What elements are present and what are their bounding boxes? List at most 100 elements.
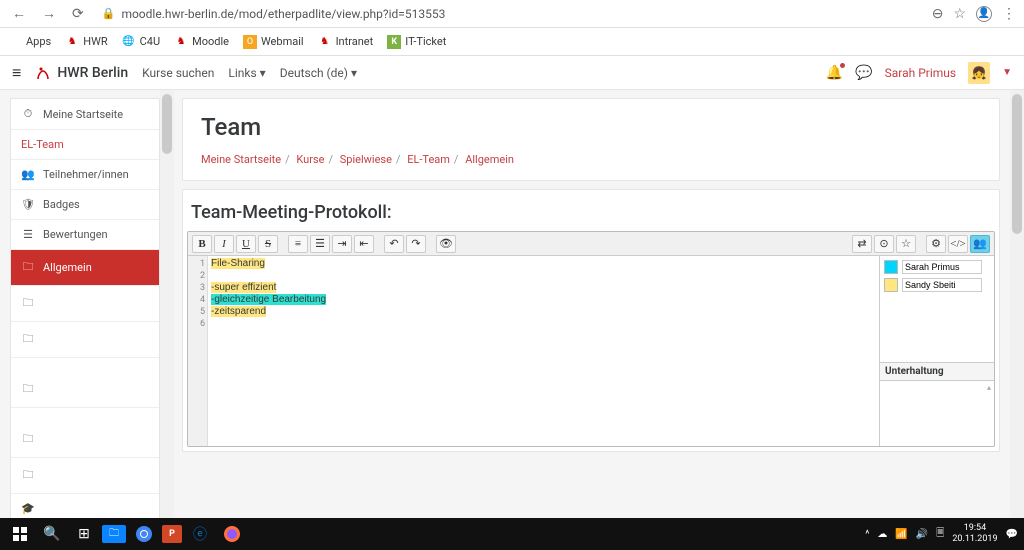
user-name-input[interactable] [902, 260, 982, 274]
volume-icon[interactable]: 🔊 [916, 529, 928, 540]
sidebar-item-course[interactable]: EL-Team [11, 130, 159, 160]
breadcrumb-elteam[interactable]: EL-Team [407, 153, 450, 166]
apps-bookmark[interactable]: Apps [8, 35, 51, 49]
bell-icon[interactable]: 🔔 [826, 65, 843, 81]
page-title: Team [201, 113, 981, 141]
ie-icon[interactable]: ⓔ [186, 520, 214, 548]
user-menu-caret-icon[interactable]: ▼ [1002, 67, 1012, 78]
cloud-icon[interactable]: ☁ [877, 529, 887, 540]
savedrev-button[interactable]: ⊙ [874, 235, 894, 253]
webmail-bookmark[interactable]: O Webmail [243, 35, 304, 49]
account-icon[interactable]: 👤 [976, 6, 992, 22]
apps-label: Apps [26, 35, 51, 48]
pad-line: File-Sharing [211, 258, 265, 269]
users-button[interactable]: 👥 [970, 235, 990, 253]
participants-icon: 👥 [21, 168, 35, 181]
page-scrollbar[interactable] [1010, 90, 1024, 518]
chat-body[interactable] [880, 381, 994, 437]
user-color-swatch[interactable] [884, 260, 898, 274]
folder-icon: 🗀 [21, 294, 35, 313]
language-dropdown[interactable]: Deutsch (de) ▾ [280, 66, 357, 80]
etherpad-editor[interactable]: File-Sharing -super effizient -gleichzei… [208, 256, 879, 446]
sidebar-item-folder[interactable]: 🗀 [11, 458, 159, 494]
menu-dots-icon[interactable]: ⋮ [1002, 6, 1016, 22]
links-dropdown[interactable]: Links ▾ [228, 66, 265, 80]
user-color-swatch[interactable] [884, 278, 898, 292]
reload-icon[interactable]: ⟳ [68, 6, 88, 22]
avatar[interactable]: 👧 [968, 62, 990, 84]
start-button[interactable] [6, 520, 34, 548]
folder-icon: 🗀 [21, 430, 35, 449]
ul-button[interactable]: ☰ [310, 235, 330, 253]
user-row [884, 278, 990, 292]
moodle-bookmark[interactable]: ♞ Moodle [174, 35, 229, 49]
hwr-bookmark[interactable]: ♞ HWR [65, 35, 107, 49]
ol-button[interactable]: ≡ [288, 235, 308, 253]
sidebar-item-general[interactable]: 🗀 Allgemein [11, 250, 159, 286]
zoom-icon[interactable]: ⊖ [932, 6, 944, 22]
underline-button[interactable]: U [236, 235, 256, 253]
undo-button[interactable]: ↶ [384, 235, 404, 253]
line-gutter: 1 2 3 4 5 6 [188, 256, 208, 446]
moodle-topbar: ≡ HWR Berlin Kurse suchen Links ▾ Deutsc… [0, 56, 1024, 90]
timeslider-button[interactable]: ⇄ [852, 235, 872, 253]
sidebar-scrollbar[interactable] [160, 90, 174, 518]
grades-icon: ☰ [21, 228, 35, 241]
search-icon[interactable]: 🔍 [38, 520, 66, 548]
clear-authorship-button[interactable]: 👁 [436, 235, 456, 253]
indent-button[interactable]: ⇥ [332, 235, 352, 253]
strike-button[interactable]: S [258, 235, 278, 253]
sidebar-item-folder[interactable]: 🗀 [11, 408, 159, 458]
messages-icon[interactable]: 💬 [855, 65, 872, 81]
battery-icon[interactable]: 🗏 [936, 526, 944, 543]
breadcrumb-general[interactable]: Allgemein [465, 153, 514, 166]
sidebar-item-folder[interactable]: 🗀 [11, 358, 159, 408]
address-bar[interactable]: 🔒 moodle.hwr-berlin.de/mod/etherpadlite/… [96, 7, 924, 21]
hamburger-icon[interactable]: ≡ [12, 63, 21, 83]
user-row [884, 260, 990, 274]
header-card: Team Meine Startseite/ Kurse/ Spielwiese… [182, 98, 1000, 181]
star-button[interactable]: ☆ [896, 235, 916, 253]
taskview-icon[interactable]: ⊞ [70, 520, 98, 548]
users-panel [880, 256, 994, 300]
firefox-icon[interactable] [218, 520, 246, 548]
star-icon[interactable]: ☆ [953, 6, 966, 22]
brand[interactable]: HWR Berlin [35, 65, 128, 81]
wifi-icon[interactable]: 📶 [895, 529, 907, 540]
forward-arrow-icon[interactable]: → [38, 5, 60, 22]
chat-header[interactable]: Unterhaltung [880, 363, 994, 381]
intranet-bookmark[interactable]: ♞ Intranet [318, 35, 374, 49]
tray-up-icon[interactable]: ^ [865, 529, 869, 540]
user-name-input[interactable] [902, 278, 982, 292]
clock-date: 20.11.2019 [952, 534, 997, 545]
outdent-button[interactable]: ⇤ [354, 235, 374, 253]
itticket-bookmark[interactable]: K IT-Ticket [387, 35, 446, 49]
settings-button[interactable]: ⚙ [926, 235, 946, 253]
sidebar-item-badges[interactable]: 🛡 Badges [11, 190, 159, 220]
sidebar-item-participants[interactable]: 👥 Teilnehmer/innen [11, 160, 159, 190]
notifications-icon[interactable]: 💬 [1006, 529, 1018, 540]
file-explorer-icon[interactable]: 🗀 [102, 525, 126, 543]
sidebar-item-grades[interactable]: ☰ Bewertungen [11, 220, 159, 250]
italic-button[interactable]: I [214, 235, 234, 253]
hwr-label: HWR [83, 35, 107, 48]
sidebar-item-home[interactable]: ⏱ Meine Startseite [11, 99, 159, 130]
webmail-icon: O [243, 35, 257, 49]
brand-label: HWR Berlin [57, 65, 128, 81]
c4u-bookmark[interactable]: 🌐 C4U [122, 35, 160, 49]
sidebar-item-folder[interactable]: 🗀 [11, 322, 159, 358]
search-courses-link[interactable]: Kurse suchen [142, 66, 214, 80]
user-name[interactable]: Sarah Primus [885, 66, 956, 80]
chrome-icon[interactable] [130, 520, 158, 548]
redo-button[interactable]: ↷ [406, 235, 426, 253]
back-arrow-icon[interactable]: ← [8, 5, 30, 22]
breadcrumb-courses[interactable]: Kurse [296, 153, 324, 166]
taskbar-clock[interactable]: 19:54 20.11.2019 [952, 523, 997, 545]
embed-button[interactable]: </> [948, 235, 968, 253]
breadcrumb-home[interactable]: Meine Startseite [201, 153, 281, 166]
hwr-icon: ♞ [65, 35, 79, 49]
sidebar-item-folder[interactable]: 🗀 [11, 286, 159, 322]
bold-button[interactable]: B [192, 235, 212, 253]
breadcrumb-spiel[interactable]: Spielwiese [340, 153, 392, 166]
powerpoint-icon[interactable]: P [162, 525, 182, 543]
